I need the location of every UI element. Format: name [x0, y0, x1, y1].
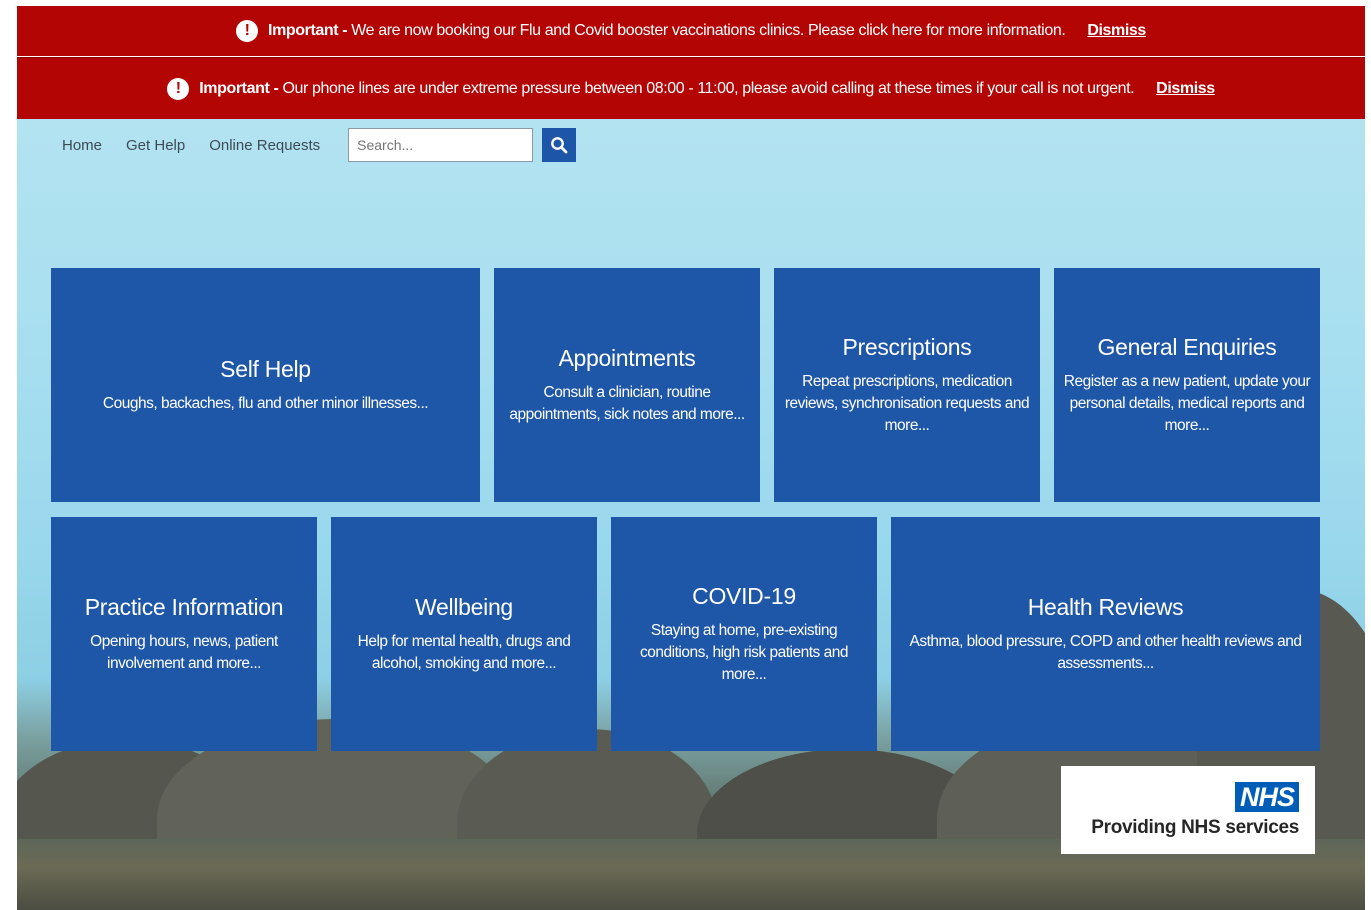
- exclamation-circle-icon: !: [236, 20, 259, 42]
- tile-covid-19[interactable]: COVID-19 Staying at home, pre-existing c…: [611, 517, 877, 751]
- dismiss-link[interactable]: Dismiss: [1087, 22, 1146, 40]
- nhs-badge-text: Providing NHS services: [1091, 816, 1299, 838]
- alert-label: Important -: [268, 22, 348, 39]
- tile-prescriptions[interactable]: Prescriptions Repeat prescriptions, medi…: [774, 268, 1040, 502]
- tile-description: Register as a new patient, update your p…: [1063, 372, 1311, 434]
- tile-title: Wellbeing: [415, 593, 513, 620]
- alert-banner-phone-lines: ! Important - Our phone lines are under …: [17, 57, 1365, 119]
- tile-title: Appointments: [558, 344, 696, 371]
- alert-banner-vaccinations[interactable]: ! Important - We are now booking our Flu…: [17, 6, 1365, 56]
- tile-title: General Enquiries: [1097, 333, 1277, 360]
- alert-label: Important -: [199, 79, 279, 97]
- nhs-badge[interactable]: NHS Providing NHS services: [1061, 766, 1315, 854]
- nav-item-online-requests[interactable]: Online Requests: [209, 137, 320, 154]
- alert-message[interactable]: We are now booking our Flu and Covid boo…: [351, 22, 1066, 40]
- page-frame: ! Important - We are now booking our Flu…: [17, 6, 1365, 910]
- tile-description: Coughs, backaches, flu and other minor i…: [102, 394, 429, 412]
- exclamation-circle-icon: !: [167, 77, 190, 100]
- tile-general-enquiries[interactable]: General Enquiries Register as a new pati…: [1054, 268, 1320, 502]
- tile-wellbeing[interactable]: Wellbeing Help for mental health, drugs …: [331, 517, 597, 751]
- tile-title: Prescriptions: [842, 333, 972, 360]
- tile-practice-information[interactable]: Practice Information Opening hours, news…: [51, 517, 317, 751]
- tile-title: COVID-19: [692, 582, 796, 609]
- nhs-logo: NHS: [1234, 781, 1299, 812]
- tile-appointments[interactable]: Appointments Consult a clinician, routin…: [494, 268, 760, 502]
- dismiss-link[interactable]: Dismiss: [1156, 80, 1215, 98]
- tile-self-help[interactable]: Self Help Coughs, backaches, flu and oth…: [51, 268, 480, 502]
- tile-title: Practice Information: [84, 593, 284, 620]
- tile-description: Opening hours, news, patient involvement…: [90, 632, 278, 672]
- alert-message: Our phone lines are under extreme pressu…: [282, 79, 1135, 97]
- tile-title: Self Help: [220, 355, 311, 382]
- nav-item-home[interactable]: Home: [62, 137, 102, 154]
- search-button[interactable]: [542, 128, 577, 162]
- tile-health-reviews[interactable]: Health Reviews Asthma, blood pressure, C…: [891, 517, 1320, 751]
- search-icon: [551, 137, 568, 154]
- tile-description: Help for mental health, drugs and alcoho…: [357, 632, 571, 672]
- nav-item-get-help[interactable]: Get Help: [126, 137, 185, 154]
- top-nav: Home Get Help Online Requests: [62, 128, 577, 162]
- tile-title: Health Reviews: [1027, 593, 1184, 620]
- tile-description: Staying at home, pre-existing conditions…: [640, 621, 848, 683]
- search-input[interactable]: [348, 128, 534, 162]
- tile-description: Repeat prescriptions, medication reviews…: [784, 372, 1030, 434]
- tile-description: Asthma, blood pressure, COPD and other h…: [909, 632, 1302, 672]
- tile-description: Consult a clinician, routine appointment…: [509, 383, 745, 423]
